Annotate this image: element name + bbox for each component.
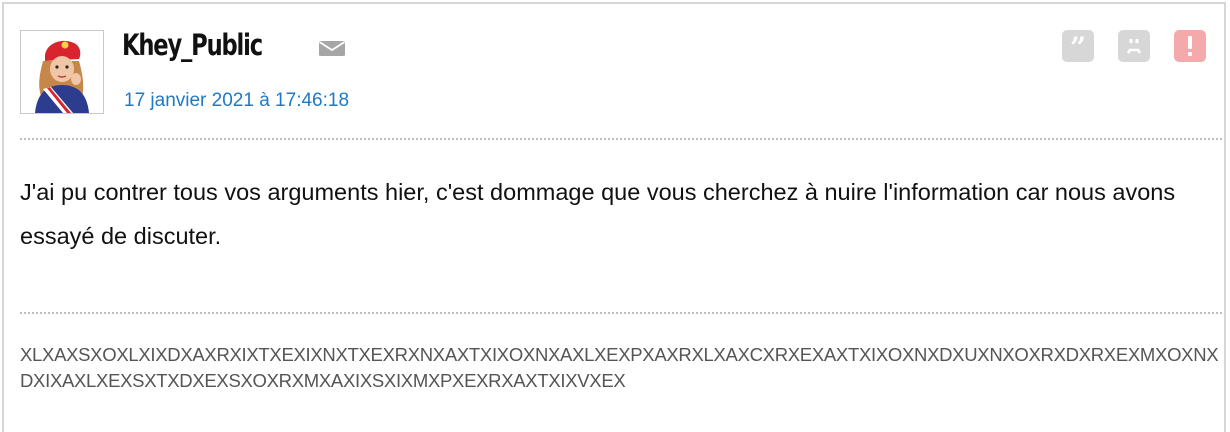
signature-divider <box>20 312 1222 314</box>
envelope-icon[interactable] <box>318 38 346 58</box>
blacklist-button[interactable] <box>1118 30 1150 62</box>
quote-button[interactable]: ” <box>1062 30 1094 62</box>
exclamation-icon <box>1188 36 1192 56</box>
post-message: J'ai pu contrer tous vos arguments hier,… <box>20 179 1176 249</box>
post-signature: XLXAXSXOXLXIXDXAXRXIXTXEXIXNXTXEXRXNXAXT… <box>20 344 1219 391</box>
forum-post: Khey_Public 17 janvier 2021 à 17:46:18 ”… <box>2 2 1226 432</box>
report-button[interactable] <box>1174 30 1206 62</box>
post-date-link[interactable]: 17 janvier 2021 à 17:46:18 <box>124 90 349 112</box>
sad-face-icon <box>1126 39 1142 54</box>
quote-icon: ” <box>1070 31 1086 62</box>
author-name[interactable]: Khey_Public <box>122 28 263 62</box>
avatar[interactable] <box>20 30 104 114</box>
avatar-marianne-image <box>21 31 103 113</box>
svg-text:”: ” <box>1070 31 1086 62</box>
header-divider <box>20 138 1222 140</box>
